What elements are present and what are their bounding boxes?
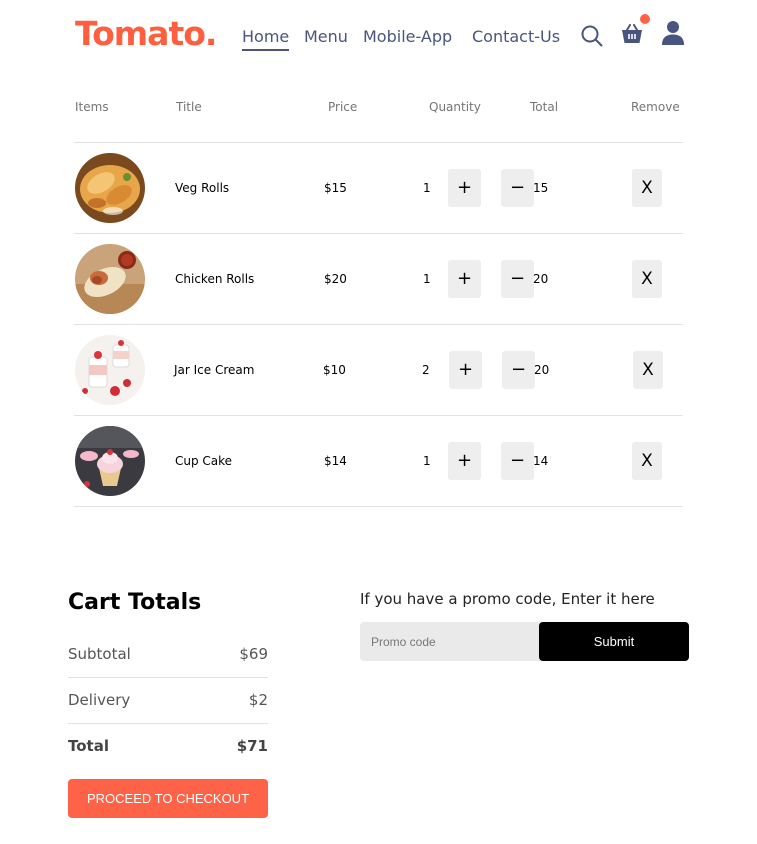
item-title: Cup Cake [175,454,233,468]
item-quantity: 2 [422,363,430,377]
search-icon[interactable] [581,25,603,47]
nav-mobile-app[interactable]: Mobile-App [363,27,452,46]
header-remove: Remove [631,100,680,114]
remove-item-button[interactable]: X [633,351,663,389]
item-quantity: 1 [423,181,431,195]
total-label: Total [68,737,109,755]
divider [74,506,683,507]
remove-item-button[interactable]: X [632,260,662,298]
delivery-row: Delivery $2 [68,691,268,709]
decrease-quantity-button[interactable]: − [501,169,534,207]
cart-row: Chicken Rolls $20 1 + − 20 X [0,234,757,324]
cart-totals-title: Cart Totals [68,590,202,615]
submit-promo-button[interactable]: Submit [539,622,689,661]
item-price: $10 [323,363,346,377]
nav-contact-us[interactable]: Contact-Us [472,27,560,46]
item-total: 15 [533,181,549,195]
promo-prompt: If you have a promo code, Enter it here [360,590,655,608]
decrease-quantity-button[interactable]: − [501,260,534,298]
user-icon[interactable] [661,20,685,46]
divider [68,723,268,724]
cart-row: Veg Rolls $15 1 + − 15 X [0,143,757,233]
item-total: 20 [533,272,549,286]
subtotal-value: $69 [239,645,268,663]
subtotal-row: Subtotal $69 [68,645,268,663]
food-image-jar-ice-cream [75,335,145,405]
item-total: 20 [534,363,550,377]
cart-row: Jar Ice Cream $10 2 + − 20 X [0,325,757,415]
subtotal-label: Subtotal [68,645,131,663]
delivery-value: $2 [248,691,268,709]
remove-item-button[interactable]: X [632,169,662,207]
item-price: $20 [324,272,347,286]
item-quantity: 1 [423,272,431,286]
header-price: Price [328,100,358,114]
cart-row: Cup Cake $14 1 + − 14 X [0,416,757,506]
promo-code-input[interactable] [360,622,539,661]
header-items: Items [75,100,109,114]
item-quantity: 1 [423,454,431,468]
decrease-quantity-button[interactable]: − [502,351,535,389]
basket-icon[interactable] [620,22,644,46]
total-value: $71 [236,737,268,755]
item-total: 14 [533,454,549,468]
item-title: Veg Rolls [175,181,230,195]
increase-quantity-button[interactable]: + [448,169,481,207]
total-row: Total $71 [68,737,268,755]
header-title: Title [176,100,202,114]
increase-quantity-button[interactable]: + [448,260,481,298]
item-title: Chicken Rolls [175,272,255,286]
item-title: Jar Ice Cream [174,363,255,377]
cart-notification-dot [640,14,650,24]
promo-box: Submit [360,622,689,661]
food-image-chicken-rolls [75,244,145,314]
delivery-label: Delivery [68,691,131,709]
navbar: Tomato. Home Menu Mobile-App Contact-Us [0,0,757,70]
proceed-to-checkout-button[interactable]: PROCEED TO CHECKOUT [68,779,268,818]
increase-quantity-button[interactable]: + [448,442,481,480]
header-quantity: Quantity [429,100,481,114]
remove-item-button[interactable]: X [632,442,662,480]
item-price: $14 [324,454,347,468]
decrease-quantity-button[interactable]: − [501,442,534,480]
divider [68,677,268,678]
increase-quantity-button[interactable]: + [449,351,482,389]
food-image-cup-cake [75,426,145,496]
header-total: Total [530,100,559,114]
nav-home[interactable]: Home [242,27,290,51]
nav-menu[interactable]: Menu [304,27,348,46]
food-image-veg-rolls [75,153,145,223]
item-price: $15 [324,181,347,195]
logo[interactable]: Tomato. [75,14,217,53]
